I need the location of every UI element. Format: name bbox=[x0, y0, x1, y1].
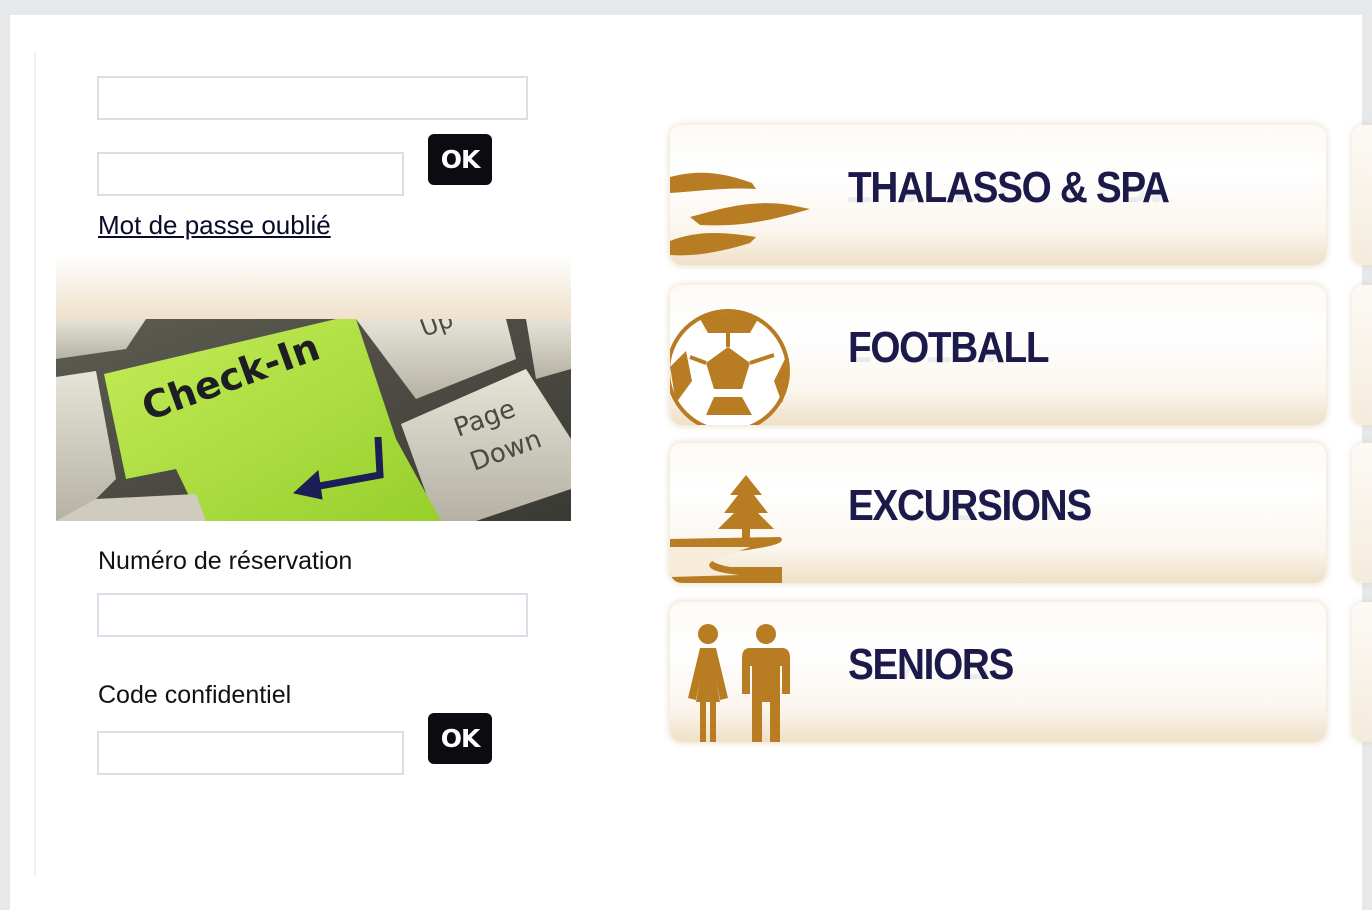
confidential-code-input[interactable] bbox=[97, 731, 404, 775]
forgot-password-link[interactable]: Mot de passe oublié bbox=[98, 210, 331, 241]
menu-card-title: EXCURSIONS bbox=[848, 481, 1092, 530]
decorative-band bbox=[56, 255, 571, 319]
menu-card-title: FOOTBALL bbox=[848, 323, 1050, 372]
menu-card-title: THALASSO & SPA bbox=[848, 163, 1170, 212]
waves-icon bbox=[670, 125, 820, 265]
username-input[interactable] bbox=[97, 76, 528, 120]
reservation-number-label: Numéro de réservation bbox=[98, 547, 353, 575]
reservation-number-input[interactable] bbox=[97, 593, 528, 637]
confidential-code-label: Code confidentiel bbox=[98, 681, 292, 709]
menu-card-seniors[interactable]: SENIORS SENIORS bbox=[670, 602, 1326, 742]
menu-card-thalasso[interactable]: THALASSO & SPA THALASSO & SPA bbox=[670, 125, 1326, 265]
menu-card-excursions[interactable]: EXCURSIONS EXCURSIONS bbox=[670, 443, 1326, 583]
partial-menu-card[interactable] bbox=[1352, 443, 1372, 583]
left-divider bbox=[34, 52, 36, 876]
password-input[interactable] bbox=[97, 152, 404, 196]
partial-menu-card[interactable] bbox=[1352, 285, 1372, 425]
reservation-ok-button[interactable]: OK bbox=[428, 713, 492, 764]
menu-card-title: SENIORS bbox=[848, 640, 1014, 689]
partial-menu-card[interactable] bbox=[1352, 602, 1372, 742]
checkin-keyboard-image: Check-In Up Page Down bbox=[56, 319, 571, 521]
tree-path-icon bbox=[670, 443, 820, 583]
menu-card-football[interactable]: FOOTBALL FOOTBALL bbox=[670, 285, 1326, 425]
couple-icon bbox=[670, 602, 820, 742]
soccer-ball-icon bbox=[670, 285, 820, 425]
login-ok-button[interactable]: OK bbox=[428, 134, 492, 185]
partial-menu-card[interactable] bbox=[1352, 125, 1372, 265]
